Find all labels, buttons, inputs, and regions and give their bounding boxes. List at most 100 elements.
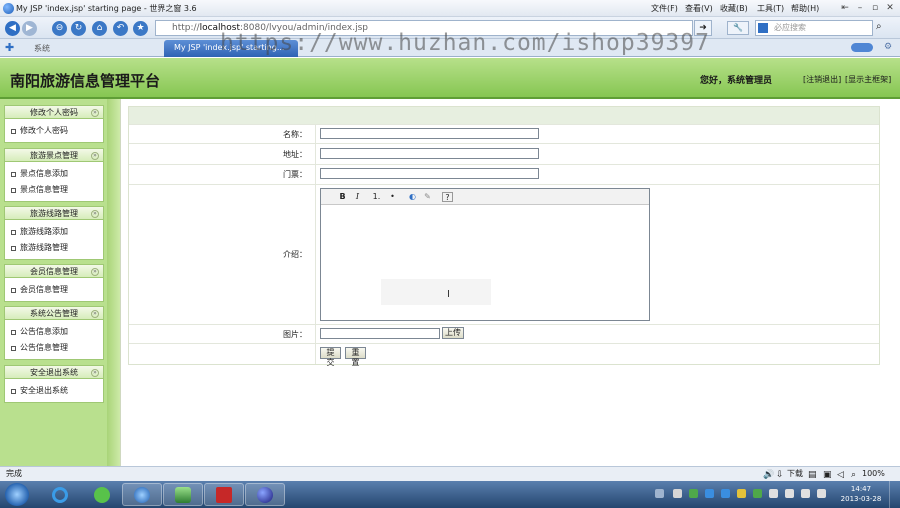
close-icon[interactable]: ✕ bbox=[883, 2, 897, 14]
show-main-frame-link[interactable]: [显示主框架] bbox=[845, 74, 891, 85]
menu-favorites[interactable]: 收藏(B) bbox=[720, 3, 748, 14]
menu-view[interactable]: 查看(V) bbox=[685, 3, 713, 14]
sidebar-section-title: 安全退出系统 bbox=[30, 368, 78, 377]
home-icon[interactable]: ⌂ bbox=[92, 21, 107, 36]
unlink-icon[interactable]: ✎ bbox=[422, 192, 433, 202]
sidebar-item-safe-logout[interactable]: 安全退出系统 bbox=[5, 383, 103, 399]
sidebar-splitter[interactable] bbox=[107, 99, 120, 466]
tray-flag2-icon[interactable] bbox=[817, 489, 826, 498]
sidebar-item-notice-add[interactable]: 公告信息添加 bbox=[5, 324, 103, 340]
upload-button[interactable]: 上传 bbox=[442, 327, 464, 339]
address-input[interactable] bbox=[320, 148, 539, 159]
undo-close-icon[interactable]: ↶ bbox=[113, 21, 128, 36]
sidebar-section-notices: 系统公告管理 » 公告信息添加 公告信息管理 bbox=[4, 306, 104, 360]
clock[interactable]: 14:47 2013-03-28 bbox=[836, 484, 886, 504]
collapse-icon[interactable]: » bbox=[91, 152, 99, 160]
browser-title-bar: My JSP 'index.jsp' starting page - 世界之窗 … bbox=[0, 0, 900, 17]
sidebar-section-header[interactable]: 安全退出系统 » bbox=[5, 366, 103, 379]
sidebar-item-route-manage[interactable]: 旅游线路管理 bbox=[5, 240, 103, 256]
ticket-input[interactable] bbox=[320, 168, 539, 179]
sidebar-item-attraction-manage[interactable]: 景点信息管理 bbox=[5, 182, 103, 198]
refresh-icon[interactable]: ↻ bbox=[71, 21, 86, 36]
bold-icon[interactable]: B bbox=[337, 192, 348, 202]
restore-icon[interactable]: ▫ bbox=[868, 2, 882, 14]
sidebar-section-header[interactable]: 旅游景点管理 » bbox=[5, 149, 103, 162]
image-toggle-icon[interactable]: ▣ bbox=[823, 468, 832, 482]
sidebar-section-header[interactable]: 修改个人密码 » bbox=[5, 106, 103, 119]
tray-expand-icon[interactable] bbox=[655, 489, 664, 498]
eclipse-taskbar-icon[interactable] bbox=[163, 483, 203, 506]
collapse-icon[interactable]: » bbox=[91, 109, 99, 117]
tray-blue2-icon[interactable] bbox=[721, 489, 730, 498]
download-label[interactable]: 下载 bbox=[787, 467, 803, 481]
menu-tools[interactable]: 工具(T) bbox=[757, 3, 784, 14]
name-input[interactable] bbox=[320, 128, 539, 139]
favorite-star-icon[interactable]: ★ bbox=[133, 21, 148, 36]
search-engine-icon[interactable] bbox=[758, 23, 768, 33]
pin-icon[interactable]: ⇤ bbox=[838, 2, 852, 14]
tray-network-icon[interactable] bbox=[801, 489, 810, 498]
editor-toolbar: B I 1. • ◐ ✎ ? bbox=[321, 189, 649, 205]
help-icon[interactable]: ? bbox=[442, 192, 453, 202]
sidebar-item-route-add[interactable]: 旅游线路添加 bbox=[5, 224, 103, 240]
intro-rich-editor[interactable]: B I 1. • ◐ ✎ ? Ι bbox=[320, 188, 650, 321]
globe-taskbar-icon[interactable] bbox=[245, 483, 285, 506]
tray-volume-icon[interactable] bbox=[785, 489, 794, 498]
start-button-icon[interactable] bbox=[5, 483, 29, 506]
show-desktop-button[interactable] bbox=[889, 481, 900, 508]
speaker-icon[interactable]: 🔊 bbox=[763, 468, 774, 482]
tab-system[interactable]: 系统 bbox=[22, 41, 92, 56]
sidebar-item-attraction-add[interactable]: 景点信息添加 bbox=[5, 166, 103, 182]
tray-flag-icon[interactable] bbox=[769, 489, 778, 498]
sidebar-item-change-password[interactable]: 修改个人密码 bbox=[5, 123, 103, 139]
tray-yellow-icon[interactable] bbox=[737, 489, 746, 498]
browser-taskbar-icon[interactable] bbox=[122, 483, 162, 506]
minimize-icon[interactable]: – bbox=[853, 2, 867, 14]
reset-button[interactable]: 重置 bbox=[345, 347, 366, 367]
sidebar-section-header[interactable]: 系统公告管理 » bbox=[5, 307, 103, 320]
tray-blue-icon[interactable] bbox=[705, 489, 714, 498]
watermark-text: https://www.huzhan.com/ishop39397 bbox=[220, 30, 710, 56]
sidebar-item-notice-manage[interactable]: 公告信息管理 bbox=[5, 340, 103, 356]
unordered-list-icon[interactable]: • bbox=[387, 192, 398, 202]
sidebar-section-header[interactable]: 旅游线路管理 » bbox=[5, 207, 103, 220]
address-label: 地址： bbox=[283, 150, 307, 159]
tray-360-icon[interactable] bbox=[753, 489, 762, 498]
tools-wrench-icon[interactable]: 🔧 bbox=[727, 21, 749, 35]
zoom-icon[interactable]: ⌕ bbox=[851, 468, 856, 482]
sidebar-section-header[interactable]: 会员信息管理 » bbox=[5, 265, 103, 278]
collapse-icon[interactable]: » bbox=[91, 210, 99, 218]
tab-menu-icon[interactable]: ⚙ bbox=[884, 42, 892, 52]
360-taskbar-icon[interactable] bbox=[82, 483, 122, 506]
collapse-icon[interactable]: » bbox=[91, 268, 99, 276]
collapse-icon[interactable]: » bbox=[91, 369, 99, 377]
print-icon[interactable]: ▤ bbox=[808, 468, 817, 482]
back-icon[interactable]: ◀ bbox=[5, 21, 20, 36]
red-app-taskbar-icon[interactable] bbox=[204, 483, 244, 506]
menu-file[interactable]: 文件(F) bbox=[651, 3, 678, 14]
forward-icon[interactable]: ▶ bbox=[22, 21, 37, 36]
tray-shield-icon[interactable] bbox=[673, 489, 682, 498]
stop-icon[interactable]: ⊖ bbox=[52, 21, 67, 36]
italic-icon[interactable]: I bbox=[352, 192, 363, 202]
search-icon[interactable]: ⌕ bbox=[876, 21, 882, 32]
sidebar-item-member-manage[interactable]: 会员信息管理 bbox=[5, 282, 103, 298]
image-path-input[interactable] bbox=[320, 328, 440, 339]
volume-icon[interactable]: ◁ bbox=[837, 468, 844, 482]
app-header: 南阳旅游信息管理平台 您好，系统管理员 [注销退出] [显示主框架] bbox=[0, 58, 900, 99]
new-tab-icon[interactable]: ✚ bbox=[5, 41, 14, 54]
collapse-icon[interactable]: » bbox=[91, 310, 99, 318]
sidebar-section-title: 系统公告管理 bbox=[30, 309, 78, 318]
download-icon[interactable]: ⇩ bbox=[776, 468, 784, 482]
ordered-list-icon[interactable]: 1. bbox=[371, 192, 382, 202]
zoom-level[interactable]: 100% bbox=[862, 467, 885, 481]
logout-link[interactable]: [注销退出] bbox=[803, 74, 841, 85]
link-icon[interactable]: ◐ bbox=[407, 192, 418, 202]
tab-scroll-icon[interactable] bbox=[851, 43, 873, 52]
submit-button[interactable]: 提交 bbox=[320, 347, 341, 367]
search-input[interactable]: 必应搜索 bbox=[755, 20, 873, 36]
menu-help[interactable]: 帮助(H) bbox=[791, 3, 819, 14]
tray-green-icon[interactable] bbox=[689, 489, 698, 498]
ie-taskbar-icon[interactable] bbox=[40, 483, 80, 506]
ticket-label: 门票： bbox=[283, 170, 307, 179]
